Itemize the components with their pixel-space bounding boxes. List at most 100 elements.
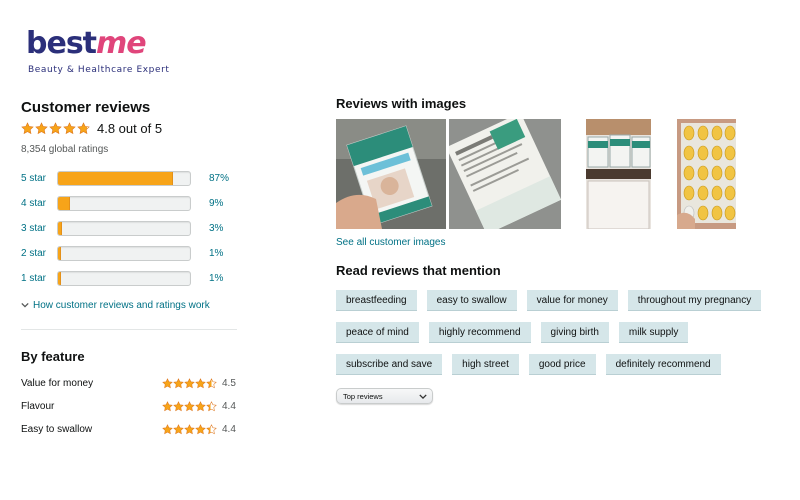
- mention-chip[interactable]: milk supply: [618, 322, 689, 343]
- star-icon: [184, 401, 195, 412]
- histogram-bar-fill: [58, 272, 62, 285]
- star-icon: [21, 121, 34, 134]
- histogram-star-label[interactable]: 1 star: [21, 273, 57, 284]
- feature-name: Flavour: [21, 401, 55, 412]
- mention-chip[interactable]: peace of mind: [336, 322, 419, 343]
- review-summary-panel: Customer reviews 4.8 out of 5 8,354 glob…: [21, 98, 239, 441]
- customer-reviews-title: Customer reviews: [21, 99, 151, 116]
- star-icon: [162, 378, 173, 389]
- histogram-row[interactable]: 2 star 1%: [21, 241, 239, 266]
- mention-chip[interactable]: value for money: [526, 290, 618, 311]
- histogram-bar[interactable]: [57, 246, 191, 261]
- feature-row: Easy to swallow 4.4: [21, 418, 239, 441]
- review-image-strip: [336, 119, 736, 231]
- star-icon: [173, 378, 184, 389]
- histogram-row[interactable]: 3 star 3%: [21, 216, 239, 241]
- star-icon: [206, 378, 217, 389]
- chevron-down-icon: [21, 302, 29, 308]
- logo-me-text: me: [96, 26, 147, 61]
- star-icon: [184, 424, 195, 435]
- star-icon: [77, 121, 90, 134]
- read-reviews-mention-title: Read reviews that mention: [336, 263, 501, 278]
- star-icon: [162, 424, 173, 435]
- feature-name: Value for money: [21, 378, 94, 389]
- review-image-capsules[interactable]: [677, 119, 736, 229]
- review-image-boxes[interactable]: [586, 119, 651, 229]
- star-icon: [173, 401, 184, 412]
- star-icon: [184, 378, 195, 389]
- overall-rating: 4.8 out of 5: [21, 119, 239, 137]
- divider: [21, 329, 237, 330]
- overall-stars: [21, 121, 90, 135]
- how-reviews-work-link[interactable]: How customer reviews and ratings work: [21, 298, 239, 312]
- histogram-percent[interactable]: 1%: [209, 273, 239, 284]
- mention-chip[interactable]: highly recommend: [428, 322, 531, 343]
- histogram-star-label[interactable]: 2 star: [21, 248, 57, 259]
- histogram-row[interactable]: 1 star 1%: [21, 266, 239, 291]
- how-reviews-work-label: How customer reviews and ratings work: [33, 299, 210, 311]
- histogram-star-label[interactable]: 4 star: [21, 198, 57, 209]
- star-icon: [206, 424, 217, 435]
- mention-chips: breastfeeding easy to swallow value for mo…: [336, 290, 762, 376]
- feature-value: 4.4: [222, 424, 236, 435]
- feature-stars: [162, 424, 217, 435]
- feature-name: Easy to swallow: [21, 424, 93, 435]
- star-icon: [195, 401, 206, 412]
- reviews-with-images-title: Reviews with images: [336, 96, 467, 111]
- feature-row: Value for money 4.5: [21, 372, 239, 395]
- histogram-bar[interactable]: [57, 221, 191, 236]
- star-icon: [195, 424, 206, 435]
- histogram-bar-fill: [58, 222, 62, 235]
- star-icon: [206, 401, 217, 412]
- feature-ratings: Value for money 4.5 Flavour 4.4 Easy to swal…: [21, 372, 239, 441]
- histogram-bar[interactable]: [57, 196, 191, 211]
- chip-row: peace of mind highly recommend giving birt…: [336, 322, 756, 344]
- global-ratings-count: 8,354 global ratings: [21, 144, 109, 155]
- feature-stars: [162, 378, 217, 389]
- histogram-percent[interactable]: 87%: [209, 173, 239, 184]
- mention-chip[interactable]: throughout my pregnancy: [627, 290, 762, 311]
- star-icon: [195, 378, 206, 389]
- sort-reviews-select[interactable]: Top reviews: [336, 388, 433, 404]
- histogram-star-label[interactable]: 3 star: [21, 223, 57, 234]
- mention-chip[interactable]: good price: [528, 354, 596, 375]
- review-media-panel: Reviews with images See all customer ima…: [336, 96, 762, 404]
- mention-chip[interactable]: giving birth: [540, 322, 609, 343]
- histogram-percent[interactable]: 9%: [209, 198, 239, 209]
- histogram-percent[interactable]: 3%: [209, 223, 239, 234]
- histogram-bar[interactable]: [57, 271, 191, 286]
- histogram-row[interactable]: 5 star 87%: [21, 166, 239, 191]
- mention-chip[interactable]: high street: [452, 354, 519, 375]
- rating-histogram: 5 star 87% 4 star 9% 3 star 3% 2 star 1% 1 star 1…: [21, 166, 239, 291]
- review-image-leaflet[interactable]: [449, 119, 561, 229]
- feature-stars: [162, 401, 217, 412]
- chip-row: subscribe and save high street good price d…: [336, 354, 756, 376]
- mention-chip[interactable]: definitely recommend: [605, 354, 721, 375]
- star-icon: [49, 121, 62, 134]
- histogram-row[interactable]: 4 star 9%: [21, 191, 239, 216]
- logo-tagline: Beauty & Healthcare Expert: [28, 65, 170, 75]
- histogram-percent[interactable]: 1%: [209, 248, 239, 259]
- histogram-bar-fill: [58, 172, 173, 185]
- feature-row: Flavour 4.4: [21, 395, 239, 418]
- star-icon: [162, 401, 173, 412]
- star-icon: [173, 424, 184, 435]
- mention-chip[interactable]: subscribe and save: [336, 354, 443, 375]
- sort-selected-label: Top reviews: [343, 391, 383, 401]
- brand-logo: bestme Beauty & Healthcare Expert: [26, 26, 206, 78]
- mention-chip[interactable]: breastfeeding: [336, 290, 417, 311]
- see-all-images-link[interactable]: See all customer images: [336, 237, 746, 251]
- histogram-star-label[interactable]: 5 star: [21, 173, 57, 184]
- histogram-bar[interactable]: [57, 171, 191, 186]
- star-icon: [35, 121, 48, 134]
- mention-chip[interactable]: easy to swallow: [426, 290, 517, 311]
- by-feature-title: By feature: [21, 349, 85, 364]
- histogram-bar-fill: [58, 247, 62, 260]
- feature-value: 4.4: [222, 401, 236, 412]
- logo-best-text: best: [26, 26, 97, 61]
- rating-text[interactable]: 4.8 out of 5: [97, 121, 162, 136]
- chevron-down-icon: [419, 394, 427, 400]
- chip-row: breastfeeding easy to swallow value for mo…: [336, 290, 762, 312]
- feature-value: 4.5: [222, 378, 236, 389]
- review-image-box-in-hand[interactable]: [336, 119, 446, 229]
